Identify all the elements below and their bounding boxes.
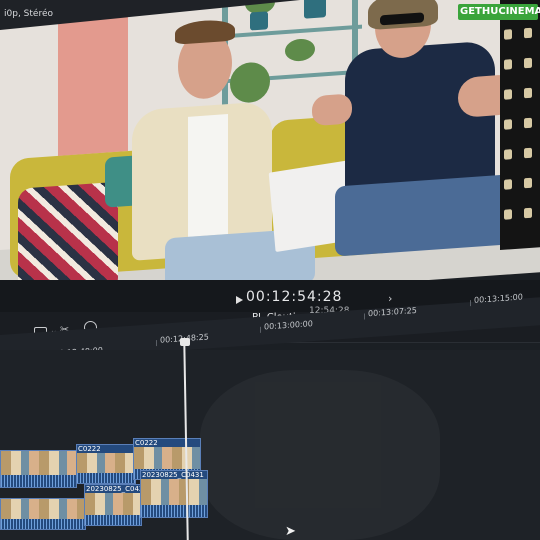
clip-thumbnails	[85, 493, 141, 515]
ruler-label: 00:13:15:00	[474, 292, 523, 305]
video-clip[interactable]	[0, 498, 86, 530]
video-frame	[0, 0, 540, 290]
film-hole	[504, 59, 512, 70]
video-clip[interactable]: 20230825_C0431	[84, 484, 148, 526]
ruler-label: 00:13:07:25	[368, 305, 417, 319]
video-clip[interactable]: 20230825_C0431	[140, 470, 208, 518]
clip-waveform	[141, 505, 207, 517]
playhead-handle[interactable]	[180, 338, 190, 346]
film-hole	[504, 179, 512, 190]
video-clip[interactable]	[0, 450, 77, 488]
clip-thumbnails	[141, 479, 207, 505]
chevron-right-icon[interactable]: ›	[388, 292, 392, 305]
clip-label: 20230825_C0431	[86, 485, 148, 493]
white-tshirt	[188, 114, 228, 237]
plant-pot	[250, 11, 268, 31]
clip-label: C0222	[78, 445, 101, 453]
play-icon[interactable]	[236, 296, 243, 304]
film-strip-decoration	[500, 0, 540, 251]
film-hole	[524, 147, 532, 159]
clip-waveform	[1, 475, 76, 487]
hand-with-phone	[312, 93, 352, 127]
clip-waveform	[77, 473, 135, 483]
ruler-tick	[156, 340, 157, 347]
mouse-cursor-icon: ➤	[285, 524, 296, 539]
film-hole	[524, 117, 532, 129]
video-viewer	[0, 0, 540, 290]
clip-label: C0222	[135, 439, 158, 447]
watermark-text: GETHUCINEMA	[460, 6, 540, 17]
plant-pot	[304, 0, 326, 19]
clip-thumbnails	[1, 499, 85, 519]
clip-thumbnails	[134, 447, 200, 469]
film-hole	[504, 89, 512, 100]
film-hole	[504, 149, 512, 160]
watermark-logo: GETHUCINEMA	[458, 4, 540, 20]
video-clip[interactable]: C0222	[76, 444, 136, 484]
ruler-label: 00:13:00:00	[264, 319, 313, 332]
screen-reflection	[200, 370, 440, 540]
clip-label: 20230825_C0431	[142, 471, 204, 479]
film-hole	[524, 207, 532, 219]
blue-jeans	[335, 173, 520, 257]
clip-waveform	[85, 515, 141, 525]
ruler-tick	[260, 326, 261, 333]
film-hole	[524, 57, 532, 69]
clip-waveform	[1, 519, 85, 529]
film-hole	[504, 29, 512, 40]
ruler-tick	[470, 300, 471, 307]
film-hole	[504, 119, 512, 130]
patterned-pillow	[18, 181, 118, 290]
timecode-display: 00:12:54:28	[246, 289, 343, 305]
film-hole	[504, 209, 512, 220]
ruler-tick	[364, 313, 365, 320]
timeline-area[interactable]: C0222 C0222 20230825_C0431 20230825_C043…	[0, 350, 540, 540]
film-hole	[524, 27, 532, 39]
clip-thumbnails	[1, 451, 76, 475]
film-hole	[524, 87, 532, 99]
pink-door	[58, 11, 128, 156]
format-label: i0p, Stéréo	[4, 9, 53, 19]
film-hole	[524, 177, 532, 189]
clip-thumbnails	[77, 453, 135, 473]
